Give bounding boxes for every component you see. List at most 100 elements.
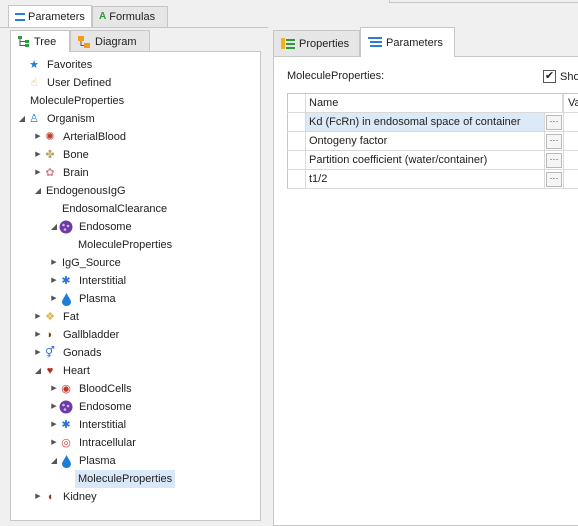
collapsed-arrow-icon[interactable]: ▶ bbox=[49, 398, 59, 416]
table-row[interactable]: Ontogeny factor ··· bbox=[287, 132, 578, 151]
tree-item[interactable]: ▶ ❖ Fat bbox=[33, 308, 82, 326]
collapsed-arrow-icon[interactable]: ▶ bbox=[49, 416, 59, 434]
ellipsis-button[interactable]: ··· bbox=[546, 171, 562, 187]
tree-item-label: Brain bbox=[63, 167, 89, 179]
parameter-name-cell[interactable]: Kd (FcRn) in endosomal space of containe… bbox=[306, 113, 545, 131]
row-indicator[interactable] bbox=[287, 170, 306, 188]
tree-item-label: Heart bbox=[63, 365, 90, 377]
tree-item[interactable]: MoleculeProperties bbox=[17, 92, 127, 110]
parameter-name-cell[interactable]: Partition coefficient (water/container) bbox=[306, 151, 545, 169]
tab-tree[interactable]: Tree bbox=[10, 30, 70, 52]
table-row[interactable]: t1/2 ··· bbox=[287, 170, 578, 189]
endosome-icon bbox=[59, 400, 73, 414]
tree-item[interactable]: ▶ Endosome bbox=[49, 398, 135, 416]
tree-item-label: IgG_Source bbox=[62, 257, 121, 269]
row-indicator[interactable] bbox=[287, 113, 306, 131]
column-header-name[interactable]: Name bbox=[306, 94, 563, 112]
ellipsis-button-cell[interactable]: ··· bbox=[545, 151, 563, 169]
parameters-icon bbox=[15, 12, 25, 21]
table-row[interactable]: Partition coefficient (water/container) ·… bbox=[287, 151, 578, 170]
tree-item[interactable]: MoleculeProperties bbox=[65, 470, 176, 488]
ellipsis-button[interactable]: ··· bbox=[546, 133, 562, 149]
tree-item[interactable]: ◢ ♥ Heart bbox=[33, 362, 93, 380]
tab-diagram-label: Diagram bbox=[95, 35, 137, 48]
tree-item[interactable]: ▶ ◎ Intracellular bbox=[49, 434, 139, 452]
tree-item[interactable]: ▶ ◗ Gallbladder bbox=[33, 326, 122, 344]
tab-parameters[interactable]: Parameters bbox=[8, 5, 92, 27]
show-checkbox[interactable]: ✔ Show bbox=[543, 70, 578, 83]
collapsed-arrow-icon[interactable]: ▶ bbox=[33, 326, 43, 344]
collapsed-arrow-icon[interactable]: ▶ bbox=[49, 290, 59, 308]
diagram-icon bbox=[78, 35, 90, 48]
row-indicator[interactable] bbox=[287, 132, 306, 150]
tree-item[interactable]: ☝ User Defined bbox=[17, 74, 114, 92]
plasma-drop-icon bbox=[59, 292, 73, 306]
collapsed-arrow-icon[interactable]: ▶ bbox=[33, 344, 43, 362]
expanded-arrow-icon[interactable]: ◢ bbox=[49, 218, 59, 236]
tree-item[interactable]: ▶ ✱ Interstitial bbox=[49, 416, 129, 434]
tab-parameters-right[interactable]: Parameters bbox=[360, 27, 455, 57]
tree-item[interactable]: ◢ Endosome bbox=[49, 218, 135, 236]
ellipsis-button[interactable]: ··· bbox=[546, 114, 562, 130]
ellipsis-button-cell[interactable]: ··· bbox=[545, 170, 563, 188]
tree-item[interactable]: ▶ ✺ ArterialBlood bbox=[33, 128, 129, 146]
parameter-value-cell[interactable] bbox=[563, 151, 578, 169]
ellipsis-button[interactable]: ··· bbox=[546, 152, 562, 168]
blood-cells-icon: ◉ bbox=[61, 383, 71, 395]
tree-item[interactable]: ◢ Plasma bbox=[49, 452, 119, 470]
collapsed-arrow-icon[interactable]: ▶ bbox=[49, 254, 59, 272]
parameter-value-cell[interactable] bbox=[563, 113, 578, 131]
tree-item-label: Favorites bbox=[47, 59, 93, 71]
tree-item[interactable]: ▶ ✿ Brain bbox=[33, 164, 92, 182]
tree-item-label: MoleculeProperties bbox=[78, 239, 173, 251]
tree-item[interactable]: ▶ ✤ Bone bbox=[33, 146, 92, 164]
tree-item-label: MoleculeProperties bbox=[75, 470, 176, 488]
expanded-arrow-icon[interactable]: ◢ bbox=[33, 362, 43, 380]
collapsed-arrow-icon[interactable]: ▶ bbox=[49, 272, 59, 290]
tree-item[interactable]: ◢ EndogenousIgG bbox=[33, 182, 129, 200]
row-indicator[interactable] bbox=[287, 151, 306, 169]
expanded-arrow-icon[interactable]: ◢ bbox=[33, 182, 43, 200]
gallbladder-icon: ◗ bbox=[46, 329, 54, 341]
parameter-value-cell[interactable] bbox=[563, 170, 578, 188]
checkbox-box[interactable]: ✔ bbox=[543, 70, 556, 83]
ellipsis-button-cell[interactable]: ··· bbox=[545, 132, 563, 150]
tree-item[interactable]: ▶ ◖ Kidney bbox=[33, 488, 100, 506]
tree-item[interactable]: ▶ Plasma bbox=[49, 290, 119, 308]
ellipsis-button-cell[interactable]: ··· bbox=[545, 113, 563, 131]
tree-item-label: Interstitial bbox=[79, 275, 127, 287]
collapsed-arrow-icon[interactable]: ▶ bbox=[33, 488, 43, 506]
collapsed-arrow-icon[interactable]: ▶ bbox=[49, 434, 59, 452]
parameter-name-cell[interactable]: t1/2 bbox=[306, 170, 545, 188]
collapsed-arrow-icon[interactable]: ▶ bbox=[33, 128, 43, 146]
tree-item[interactable]: ▶ ◉ BloodCells bbox=[49, 380, 135, 398]
collapsed-arrow-icon[interactable]: ▶ bbox=[33, 308, 43, 326]
collapsed-arrow-icon[interactable]: ▶ bbox=[49, 380, 59, 398]
tree-item-label: EndogenousIgG bbox=[46, 185, 126, 197]
parameter-value-cell[interactable] bbox=[563, 132, 578, 150]
expanded-arrow-icon[interactable]: ◢ bbox=[17, 110, 27, 128]
tree-item[interactable]: MoleculeProperties bbox=[65, 236, 175, 254]
collapsed-arrow-icon[interactable]: ▶ bbox=[33, 146, 43, 164]
collapsed-arrow-icon[interactable]: ▶ bbox=[33, 164, 43, 182]
tree-item[interactable]: ▶ IgG_Source bbox=[49, 254, 124, 272]
parameters-grid: Name Va Kd (FcRn) in endosomal space of … bbox=[287, 93, 578, 189]
tab-properties[interactable]: Properties bbox=[273, 30, 360, 56]
tree-item-label: User Defined bbox=[47, 77, 112, 89]
tree-item-label: Endosome bbox=[79, 401, 132, 413]
tree-item[interactable]: ◢ ♙ Organism bbox=[17, 110, 98, 128]
tree-item[interactable]: ▶ ✱ Interstitial bbox=[49, 272, 129, 290]
column-header-value[interactable]: Va bbox=[563, 94, 578, 112]
tab-formulas-label: Formulas bbox=[109, 11, 156, 23]
table-row[interactable]: Kd (FcRn) in endosomal space of containe… bbox=[287, 113, 578, 132]
tree-item[interactable]: EndosomalClearance bbox=[49, 200, 170, 218]
expanded-arrow-icon[interactable]: ◢ bbox=[49, 452, 59, 470]
tree-item[interactable]: ▶ ⚥ Gonads bbox=[33, 344, 105, 362]
tab-diagram[interactable]: Diagram bbox=[70, 30, 150, 52]
tab-formulas[interactable]: A Formulas bbox=[92, 6, 168, 27]
tree-item[interactable]: ★ Favorites bbox=[17, 56, 95, 74]
parameter-name-cell[interactable]: Ontogeny factor bbox=[306, 132, 545, 150]
